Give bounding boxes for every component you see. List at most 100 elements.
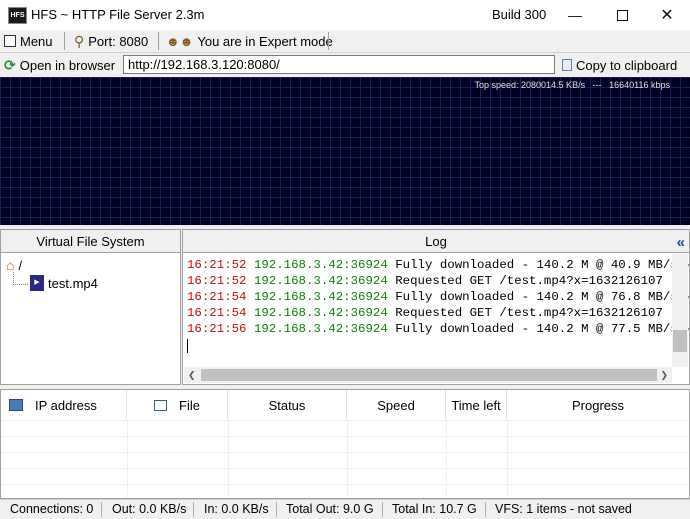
log-time: 16:21:54 xyxy=(187,306,247,320)
log-time: 16:21:54 xyxy=(187,290,247,304)
status-divider xyxy=(193,502,194,517)
column-label: File xyxy=(179,397,200,413)
maximize-button[interactable] xyxy=(599,0,645,30)
tree-connector xyxy=(13,272,28,285)
speed-graph: Top speed: 2080014.5 KB/s --- 16640116 k… xyxy=(0,77,690,225)
column-ip-address[interactable]: IP address xyxy=(1,390,127,420)
collapse-icon[interactable]: « xyxy=(677,234,685,251)
url-field[interactable] xyxy=(123,55,555,74)
log-area[interactable]: 16:21:52 192.168.3.42:36924 Fully downlo… xyxy=(182,253,690,385)
mode-button[interactable]: ☻☻ You are in Expert mode xyxy=(166,32,333,50)
hfs-app-icon[interactable]: HFS xyxy=(8,7,27,24)
log-ip: 192.168.3.42:36924 xyxy=(253,322,388,336)
log-message: Requested GET /test.mp4?x=1632126107 xyxy=(395,274,663,288)
column-progress[interactable]: Progress xyxy=(507,390,689,420)
log-time: 16:21:52 xyxy=(187,274,247,288)
log-horizontal-scrollbar[interactable]: ❮ ❯ xyxy=(184,367,672,383)
status-out: Out: 0.0 KB/s xyxy=(112,502,187,516)
graph-speed-label: Top speed: 2080014.5 KB/s --- 16640116 k… xyxy=(474,80,670,90)
column-time-left[interactable]: Time left xyxy=(446,390,507,420)
toolbar: Menu ⚲ Port: 8080 ☻☻ You are in Expert m… xyxy=(0,30,690,53)
copy-to-clipboard-label: Copy to clipboard xyxy=(576,57,678,73)
menu-button[interactable]: Menu xyxy=(4,32,53,50)
kbps-text: 16640116 kbps xyxy=(609,80,670,90)
home-icon: ⌂ xyxy=(6,257,15,273)
open-in-browser-label: Open in browser xyxy=(19,57,116,73)
grid-line xyxy=(228,420,229,498)
url-bar: ⟳ Open in browser Copy to clipboard xyxy=(0,53,690,77)
network-icon xyxy=(9,399,23,411)
status-connections: Connections: 0 xyxy=(10,502,94,516)
refresh-arrow-icon: ⟳ xyxy=(4,56,16,73)
column-speed[interactable]: Speed xyxy=(347,390,446,420)
grid-line xyxy=(1,484,689,485)
video-file-icon: ▶ xyxy=(30,275,44,291)
build-label: Build 300 xyxy=(492,7,547,22)
log-header: Log « xyxy=(182,229,690,253)
grid-line xyxy=(1,468,689,469)
vfs-file-item[interactable]: ▶ test.mp4 xyxy=(30,275,98,291)
log-message: Requested GET /test.mp4?x=1632126107 xyxy=(395,306,663,320)
status-vfs[interactable]: VFS: 1 items - not saved xyxy=(495,502,632,516)
open-in-browser-button[interactable]: ⟳ Open in browser xyxy=(4,56,115,74)
maximize-icon xyxy=(616,9,628,21)
log-ip: 192.168.3.42:36924 xyxy=(253,290,388,304)
horizontal-scroll-thumb[interactable] xyxy=(201,369,657,381)
column-label: Speed xyxy=(377,397,415,413)
vfs-tree[interactable]: ⌂ / ▶ test.mp4 xyxy=(0,253,181,385)
column-label: Status xyxy=(268,397,306,413)
log-line: 16:21:52 192.168.3.42:36924 Fully downlo… xyxy=(187,257,689,273)
column-label: IP address xyxy=(35,397,97,413)
grid-line xyxy=(507,420,508,498)
log-time: 16:21:52 xyxy=(187,258,247,272)
vfs-file-label: test.mp4 xyxy=(48,275,98,291)
connections-list[interactable]: IP address File Status Speed Time left P… xyxy=(0,389,690,499)
grid-line xyxy=(127,420,128,498)
log-line: 16:21:54 192.168.3.42:36924 Requested GE… xyxy=(187,305,663,321)
copy-icon xyxy=(562,59,572,71)
status-divider xyxy=(382,502,383,517)
vertical-scroll-thumb[interactable] xyxy=(673,330,687,352)
status-total-out: Total Out: 9.0 G xyxy=(286,502,374,516)
status-bar: Connections: 0 Out: 0.0 KB/s In: 0.0 KB/… xyxy=(0,499,690,519)
close-button[interactable]: ✕ xyxy=(644,0,690,30)
log-header-label: Log xyxy=(425,233,447,249)
column-status[interactable]: Status xyxy=(228,390,347,420)
log-line: 16:21:56 192.168.3.42:36924 Fully downlo… xyxy=(187,321,689,337)
scroll-left-icon[interactable]: ❮ xyxy=(188,370,196,381)
status-total-in: Total In: 10.7 G xyxy=(392,502,477,516)
log-ip: 192.168.3.42:36924 xyxy=(253,258,388,272)
column-label: Progress xyxy=(571,397,625,413)
top-speed-text: Top speed: 2080014.5 KB/s xyxy=(474,80,586,90)
port-label: Port: 8080 xyxy=(88,33,149,49)
column-file[interactable]: File xyxy=(127,390,228,420)
graph-separator: --- xyxy=(592,80,602,90)
vfs-header-label: Virtual File System xyxy=(36,233,145,249)
users-icon: ☻☻ xyxy=(166,33,194,49)
copy-to-clipboard-button[interactable]: Copy to clipboard xyxy=(562,56,677,74)
window-title: HFS ~ HTTP File Server 2.3m xyxy=(31,7,205,22)
grid-line xyxy=(446,420,447,498)
vfs-root-item[interactable]: ⌂ / xyxy=(6,257,22,273)
text-cursor xyxy=(187,339,188,353)
log-message: Fully downloaded - 140.2 M @ 40.9 MB/s -… xyxy=(395,258,689,272)
vfs-root-label: / xyxy=(18,257,23,273)
status-divider xyxy=(485,502,486,517)
status-in: In: 0.0 KB/s xyxy=(204,502,269,516)
plug-icon: ⚲ xyxy=(74,32,85,49)
status-divider xyxy=(276,502,277,517)
scroll-right-icon[interactable]: ❯ xyxy=(660,370,668,381)
menu-label: Menu xyxy=(20,33,53,49)
toolbar-divider xyxy=(328,32,329,50)
grid-line xyxy=(1,452,689,453)
log-message: Fully downloaded - 140.2 M @ 76.8 MB/s -… xyxy=(395,290,689,304)
log-ip: 192.168.3.42:36924 xyxy=(253,274,388,288)
log-vertical-scrollbar[interactable] xyxy=(672,254,688,367)
close-icon: ✕ xyxy=(660,7,674,24)
vfs-header: Virtual File System xyxy=(0,229,181,253)
log-ip: 192.168.3.42:36924 xyxy=(253,306,388,320)
port-button[interactable]: ⚲ Port: 8080 xyxy=(74,32,148,50)
minimize-button[interactable]: — xyxy=(552,0,598,30)
mode-label: You are in Expert mode xyxy=(197,33,333,49)
grid-line xyxy=(1,436,689,437)
